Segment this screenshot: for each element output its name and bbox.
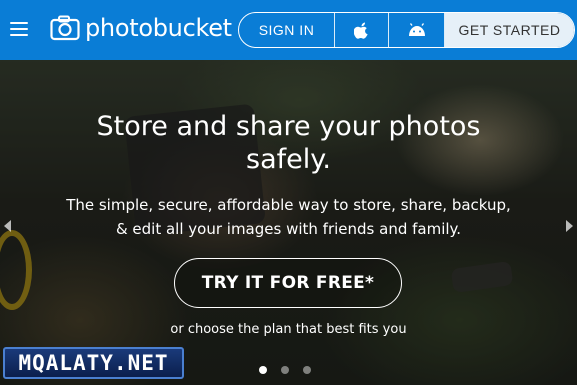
header-action-group: SIGN IN GET STARTED — [238, 12, 575, 48]
carousel-dot-2[interactable] — [281, 366, 289, 374]
hero-headline-line1: Store and share your photos — [96, 111, 481, 142]
hero-subtext-line1: The simple, secure, affordable way to st… — [66, 196, 511, 214]
hamburger-menu-icon[interactable] — [10, 22, 28, 36]
carousel-dot-3[interactable] — [303, 366, 311, 374]
logo-text: photobucket — [85, 14, 232, 42]
apple-icon — [353, 22, 368, 39]
android-icon — [408, 23, 425, 36]
photobucket-logo[interactable]: photobucket — [50, 14, 232, 42]
apple-app-button[interactable] — [335, 13, 389, 47]
get-started-button[interactable]: GET STARTED — [445, 13, 574, 47]
android-app-button[interactable] — [389, 13, 445, 47]
hero-subtext: The simple, secure, affordable way to st… — [0, 193, 577, 241]
try-free-button[interactable]: TRY IT FOR FREE* — [174, 258, 402, 308]
carousel-dot-1[interactable] — [259, 366, 267, 374]
carousel-dots — [259, 366, 311, 374]
hero-headline-line2: safely. — [246, 144, 331, 175]
hero-headline: Store and share your photos safely. — [0, 110, 577, 176]
choose-plan-link[interactable]: or choose the plan that best fits you — [0, 322, 577, 337]
top-navigation-bar: photobucket SIGN IN GET STARTED — [0, 0, 577, 60]
sign-in-button[interactable]: SIGN IN — [239, 13, 335, 47]
hero-subtext-line2: & edit all your images with friends and … — [115, 220, 462, 238]
camera-logo-icon — [50, 15, 80, 41]
site-watermark: MQALATY.NET — [3, 347, 184, 379]
